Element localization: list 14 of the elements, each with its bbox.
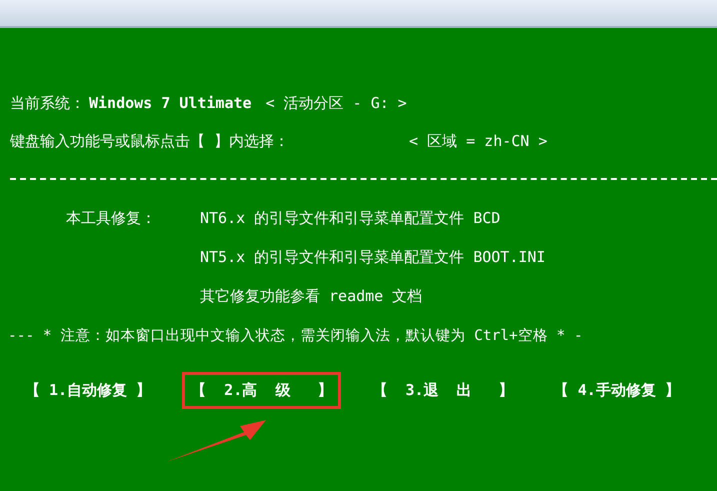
status-extra: < 活动分区 - G: >: [266, 94, 407, 112]
repair-label: 本工具修复：: [65, 209, 157, 228]
status-extra: < 区域 = zh-CN >: [409, 132, 548, 150]
menu-option[interactable]: 【 2.高 级 】: [182, 372, 342, 409]
status-value: Windows 7 Ultimate: [89, 94, 252, 112]
menu-option[interactable]: 【 3.退 出 】: [363, 372, 523, 409]
repair-line: 其它修复功能参看 readme 文档: [200, 287, 422, 306]
repair-line: NT5.x 的引导文件和引导菜单配置文件 BOOT.INI: [200, 248, 546, 267]
repair-line: NT6.x 的引导文件和引导菜单配置文件 BCD: [200, 209, 500, 228]
menu-option[interactable]: 【 1.自动修复 】: [16, 372, 160, 409]
notice-text: --- * 注意：如本窗口出现中文输入状态，需关闭输入法，默认键为 Ctrl+空格 * -: [8, 326, 584, 346]
menu-option[interactable]: 【 4.手动修复 】: [544, 372, 689, 409]
status-label: 当前系统：: [10, 94, 85, 112]
status-label: 键盘输入功能号或鼠标点击【 】内选择：: [10, 132, 290, 150]
